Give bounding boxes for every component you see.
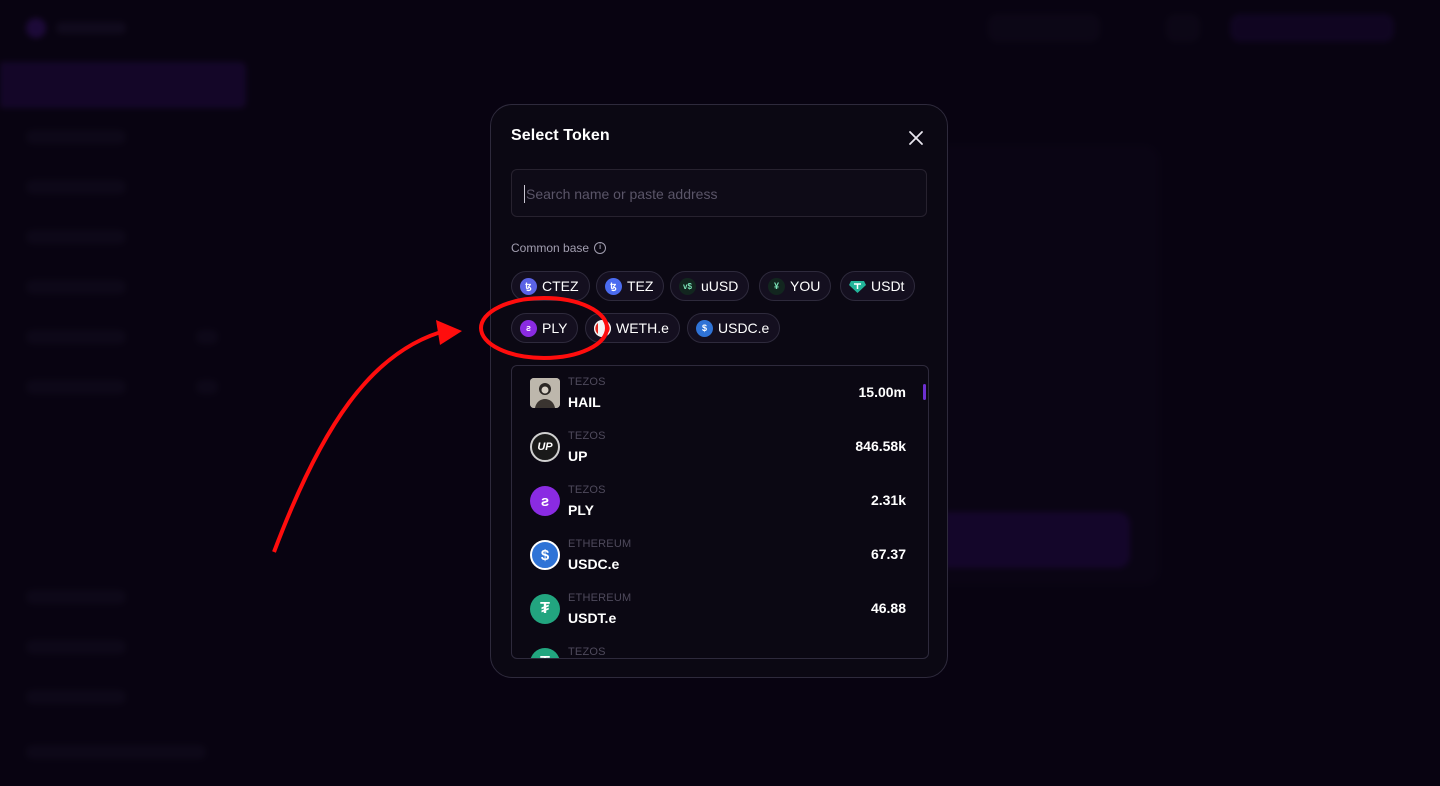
ply-icon: ƨ [520, 319, 537, 337]
you-icon: ¥ [768, 277, 785, 295]
usdc-icon: $ [696, 319, 713, 337]
chip-weth[interactable]: WETH.e [585, 313, 680, 343]
token-balance: 846.58k [855, 438, 906, 454]
ply-icon: ƨ [530, 486, 560, 516]
chip-label: USDC.e [718, 320, 770, 336]
token-row[interactable]: ₮ ETHEREUM USDT.e 46.88 [512, 582, 912, 636]
chip-label: uUSD [701, 278, 739, 294]
usdt-icon: ₮ [530, 648, 560, 658]
search-box [511, 169, 927, 218]
chip-usdt[interactable]: USDt [840, 271, 916, 301]
token-balance: 46.88 [870, 600, 906, 616]
token-chain: TEZOS [568, 484, 606, 496]
list-scrollbar[interactable] [923, 384, 926, 400]
modal-title: Select Token [511, 127, 610, 144]
token-chain: TEZOS [568, 376, 606, 388]
chip-label: TEZ [627, 278, 654, 294]
select-token-modal: Select Token Common base i ꜩ CTEZ ꜩ TEZ … [490, 104, 948, 678]
close-icon [909, 131, 923, 145]
chip-label: CTEZ [542, 278, 579, 294]
token-row[interactable]: $ ETHEREUM USDC.e 67.37 [512, 528, 912, 582]
search-input[interactable] [522, 170, 920, 218]
usdt-icon [849, 278, 866, 295]
common-base-text: Common base [511, 241, 590, 255]
up-icon: UP [530, 432, 560, 462]
token-chain: TEZOS [568, 646, 606, 658]
chip-ply[interactable]: ƨ PLY [511, 313, 579, 343]
token-symbol: USDT.e [568, 610, 617, 626]
chip-you[interactable]: ¥ YOU [759, 271, 832, 301]
weth-icon [594, 319, 611, 337]
token-balance: 15.00m [858, 384, 906, 400]
token-row[interactable]: ƨ TEZOS PLY 2.31k [512, 474, 912, 528]
chip-label: YOU [790, 278, 821, 294]
token-symbol: PLY [568, 502, 594, 518]
hail-icon [530, 378, 560, 408]
token-chain: TEZOS [568, 430, 606, 442]
chip-uusd[interactable]: v$ uUSD [670, 271, 750, 301]
chip-ctez[interactable]: ꜩ CTEZ [511, 271, 590, 301]
token-row[interactable]: UP TEZOS UP 846.58k [512, 420, 912, 474]
tez-icon: ꜩ [605, 277, 622, 295]
usdt-icon: ₮ [530, 594, 560, 624]
chip-label: PLY [542, 320, 568, 336]
token-balance: 2.31k [870, 492, 906, 508]
token-chain: ETHEREUM [568, 592, 632, 604]
token-chain: ETHEREUM [568, 538, 632, 550]
ctez-icon: ꜩ [520, 277, 537, 295]
usdc-icon: $ [530, 540, 560, 570]
token-row[interactable]: TEZOS HAIL 15.00m [512, 366, 912, 420]
chip-label: WETH.e [616, 320, 669, 336]
close-button[interactable] [905, 127, 927, 149]
chip-label: USDt [871, 278, 905, 294]
token-symbol: UP [568, 448, 588, 464]
chip-tez[interactable]: ꜩ TEZ [596, 271, 665, 301]
token-symbol: HAIL [568, 394, 601, 410]
token-list[interactable]: TEZOS HAIL 15.00m UP TEZOS UP 846.58k ƨ … [511, 365, 929, 659]
token-row[interactable]: ₮ TEZOS [512, 636, 912, 658]
common-base-label: Common base i [511, 241, 607, 255]
token-balance: 67.37 [870, 546, 906, 562]
chip-usdc[interactable]: $ USDC.e [687, 313, 781, 343]
uusd-icon: v$ [679, 277, 696, 295]
info-icon[interactable]: i [594, 242, 607, 254]
token-symbol: USDC.e [568, 556, 620, 572]
